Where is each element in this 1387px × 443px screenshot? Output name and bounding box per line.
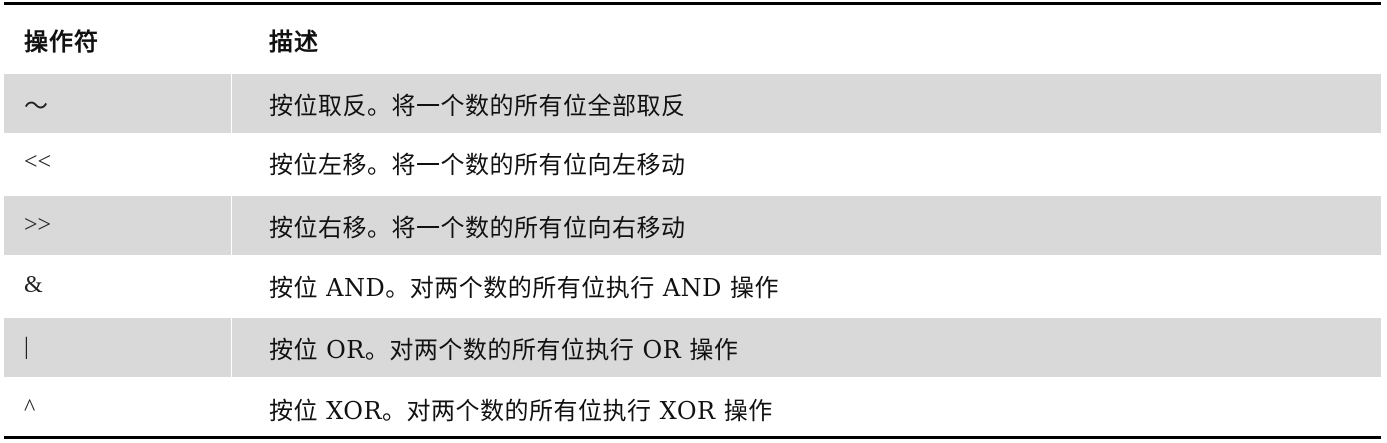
table-row: >> 按位右移。将一个数的所有位向右移动 <box>4 196 1381 255</box>
table-row: ^ 按位 XOR。对两个数的所有位执行 XOR 操作 <box>4 379 1381 437</box>
description-cell: 按位右移。将一个数的所有位向右移动 <box>269 214 686 242</box>
description-cell: 按位 AND。对两个数的所有位执行 AND 操作 <box>269 274 780 302</box>
operator-cell: | <box>4 318 232 377</box>
operator-cell: >> <box>4 196 232 255</box>
bitwise-operators-table: 操作符 描述 ～ 按位取反。将一个数的所有位全部取反 << 按位左移。将一个数的… <box>4 2 1381 439</box>
operator-cell: << <box>24 149 52 175</box>
page: 操作符 描述 ～ 按位取反。将一个数的所有位全部取反 << 按位左移。将一个数的… <box>0 0 1387 443</box>
header-description: 描述 <box>269 28 319 56</box>
table-header-row: 操作符 描述 <box>4 5 1381 76</box>
description-cell: 按位 XOR。对两个数的所有位执行 XOR 操作 <box>269 396 773 425</box>
description-cell: 按位 OR。对两个数的所有位执行 OR 操作 <box>269 336 739 364</box>
operator-cell: ^ <box>24 394 36 421</box>
table-row: & 按位 AND。对两个数的所有位执行 AND 操作 <box>4 256 1381 315</box>
description-cell: 按位取反。将一个数的所有位全部取反 <box>269 92 686 120</box>
header-operator: 操作符 <box>24 28 99 56</box>
table-row: | 按位 OR。对两个数的所有位执行 OR 操作 <box>4 318 1381 377</box>
operator-cell: & <box>24 272 43 298</box>
table-row: ～ 按位取反。将一个数的所有位全部取反 <box>4 74 1381 133</box>
operator-cell: ～ <box>4 74 232 133</box>
table-row: << 按位左移。将一个数的所有位向左移动 <box>4 133 1381 192</box>
description-cell: 按位左移。将一个数的所有位向左移动 <box>269 151 686 179</box>
